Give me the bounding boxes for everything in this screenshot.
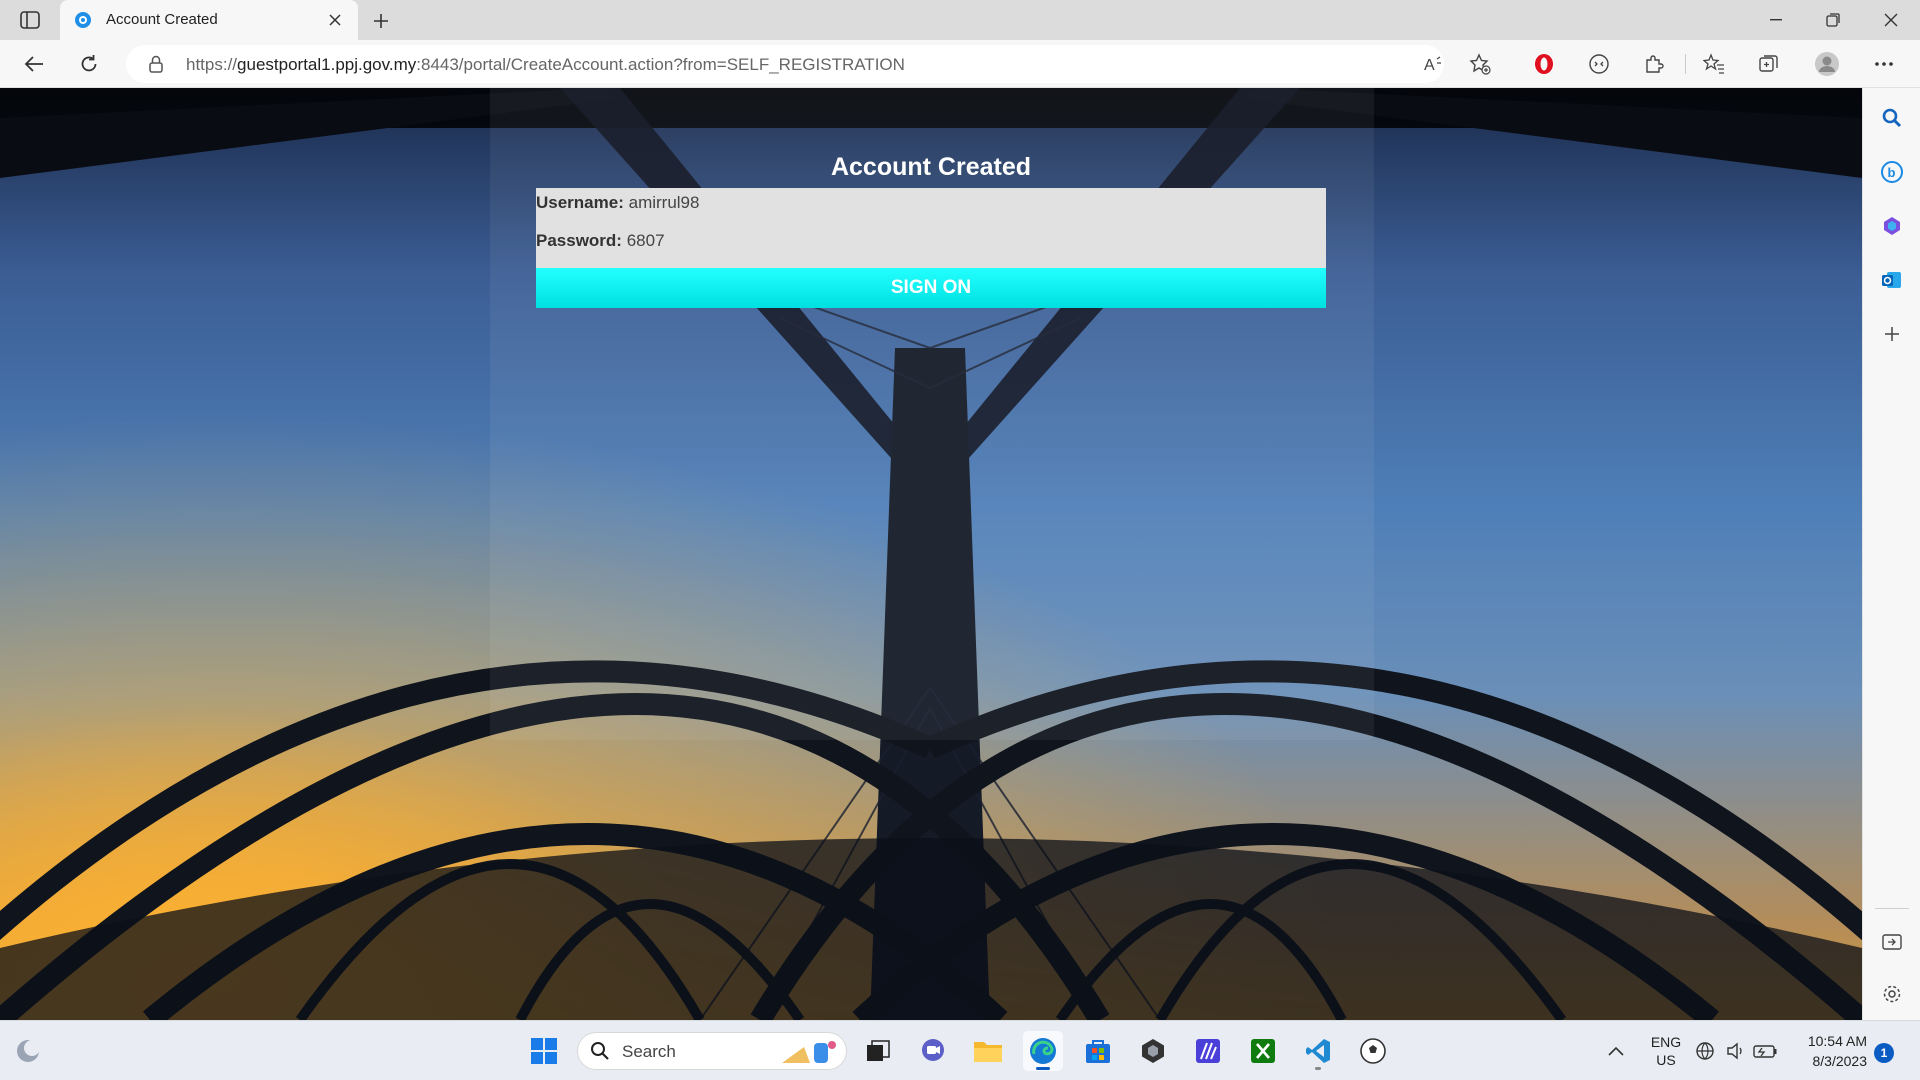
search-icon bbox=[590, 1041, 610, 1061]
page-viewport: Account Created Username: amirrul98 Pass… bbox=[0, 88, 1862, 1020]
favorites-icon[interactable] bbox=[1698, 48, 1730, 80]
opera-icon[interactable] bbox=[1528, 48, 1560, 80]
clock-date: 8/3/2023 bbox=[1812, 1053, 1868, 1069]
browser-tab[interactable]: Account Created bbox=[60, 0, 358, 40]
weather-icon[interactable] bbox=[8, 1031, 48, 1071]
outlook-icon[interactable] bbox=[1876, 264, 1908, 296]
profile-icon[interactable] bbox=[1811, 48, 1843, 80]
credentials-box: Username: amirrul98 Password: 6807 bbox=[536, 188, 1326, 268]
notification-badge[interactable]: 1 bbox=[1874, 1043, 1894, 1063]
volume-icon bbox=[1727, 1042, 1742, 1060]
active-indicator bbox=[1036, 1067, 1050, 1070]
file-explorer-icon[interactable] bbox=[968, 1031, 1008, 1071]
account-content: Account Created Username: amirrul98 Pass… bbox=[536, 148, 1326, 308]
taskbar: Search ENG US 10:54 AM 8/3/2023 1 bbox=[0, 1020, 1920, 1080]
page-title: Account Created bbox=[830, 153, 1032, 181]
running-indicator bbox=[1315, 1067, 1321, 1070]
task-view-icon[interactable] bbox=[858, 1031, 898, 1071]
vscode-icon[interactable] bbox=[1298, 1031, 1338, 1071]
svg-text:A: A bbox=[1424, 57, 1435, 73]
bing-icon[interactable]: b bbox=[1876, 156, 1908, 188]
collections-icon[interactable] bbox=[1753, 48, 1785, 80]
chevron-up-icon[interactable] bbox=[1596, 1031, 1636, 1071]
search-placeholder: Search bbox=[622, 1042, 676, 1061]
tab-bar: Account Created bbox=[0, 0, 1920, 40]
plus-icon bbox=[374, 14, 388, 28]
taskbar-search[interactable]: Search bbox=[577, 1032, 847, 1070]
back-icon[interactable] bbox=[18, 48, 50, 80]
search-icon[interactable] bbox=[1876, 102, 1908, 134]
edge-taskbar-icon[interactable] bbox=[1023, 1031, 1063, 1071]
restore-icon[interactable] bbox=[1810, 4, 1856, 36]
clock-time: 10:54 AM bbox=[1807, 1033, 1867, 1049]
svg-text:b: b bbox=[1888, 165, 1896, 180]
add-sidebar-app-icon[interactable] bbox=[1876, 318, 1908, 350]
more-icon[interactable] bbox=[1868, 48, 1900, 80]
edge-sidebar: b bbox=[1862, 88, 1920, 1020]
search-highlight-icon bbox=[782, 1041, 836, 1063]
clock[interactable]: 10:54 AM 8/3/2023 bbox=[1795, 1031, 1867, 1071]
network-icon bbox=[1696, 1042, 1714, 1060]
edge-favicon bbox=[74, 11, 92, 29]
unity-icon[interactable] bbox=[1133, 1031, 1173, 1071]
username-label: Username: bbox=[536, 193, 624, 212]
system-tray[interactable] bbox=[1692, 1031, 1782, 1071]
refresh-icon[interactable] bbox=[73, 48, 105, 80]
teams-chat-icon[interactable] bbox=[913, 1031, 953, 1071]
password-label: Password: bbox=[536, 231, 622, 250]
app-launcher-icon[interactable] bbox=[1188, 1031, 1228, 1071]
sidebar-divider bbox=[1875, 908, 1909, 909]
close-window-icon[interactable] bbox=[1868, 4, 1914, 36]
username-row: Username: amirrul98 bbox=[536, 192, 1326, 230]
sign-on-button[interactable]: SIGN ON bbox=[536, 268, 1326, 308]
lock-icon[interactable] bbox=[148, 55, 166, 73]
new-tab-button[interactable] bbox=[366, 6, 396, 36]
language-code: ENG bbox=[1650, 1034, 1682, 1050]
soccer-app-icon[interactable] bbox=[1353, 1031, 1393, 1071]
minimize-icon[interactable] bbox=[1753, 4, 1799, 36]
add-favorite-icon[interactable] bbox=[1464, 48, 1496, 80]
sidebar-toggle-icon[interactable] bbox=[14, 8, 46, 32]
language-indicator[interactable]: ENG US bbox=[1644, 1033, 1688, 1069]
close-icon[interactable] bbox=[324, 9, 346, 31]
region-code: US bbox=[1656, 1052, 1676, 1068]
settings-icon[interactable] bbox=[1876, 978, 1908, 1010]
password-row: Password: 6807 bbox=[536, 230, 1326, 268]
read-aloud-icon[interactable]: A bbox=[1418, 48, 1450, 80]
microsoft-store-icon[interactable] bbox=[1078, 1031, 1118, 1071]
toolbar-divider bbox=[1685, 54, 1686, 74]
address-bar-row: https://guestportal1.ppj.gov.my:8443/por… bbox=[0, 40, 1920, 88]
windows-icon[interactable] bbox=[524, 1031, 564, 1071]
hide-sidebar-icon[interactable] bbox=[1876, 926, 1908, 958]
battery-icon bbox=[1753, 1045, 1777, 1058]
password-value: 6807 bbox=[626, 231, 665, 250]
copilot-icon[interactable] bbox=[1876, 210, 1908, 242]
extension-icon[interactable] bbox=[1583, 48, 1615, 80]
url-text: https://guestportal1.ppj.gov.my:8443/por… bbox=[186, 55, 905, 74]
tab-title: Account Created bbox=[106, 11, 218, 28]
url-field[interactable]: https://guestportal1.ppj.gov.my:8443/por… bbox=[126, 45, 1491, 83]
puzzle-icon[interactable] bbox=[1638, 48, 1670, 80]
xbox-icon[interactable] bbox=[1243, 1031, 1283, 1071]
username-value: amirrul98 bbox=[628, 193, 700, 212]
